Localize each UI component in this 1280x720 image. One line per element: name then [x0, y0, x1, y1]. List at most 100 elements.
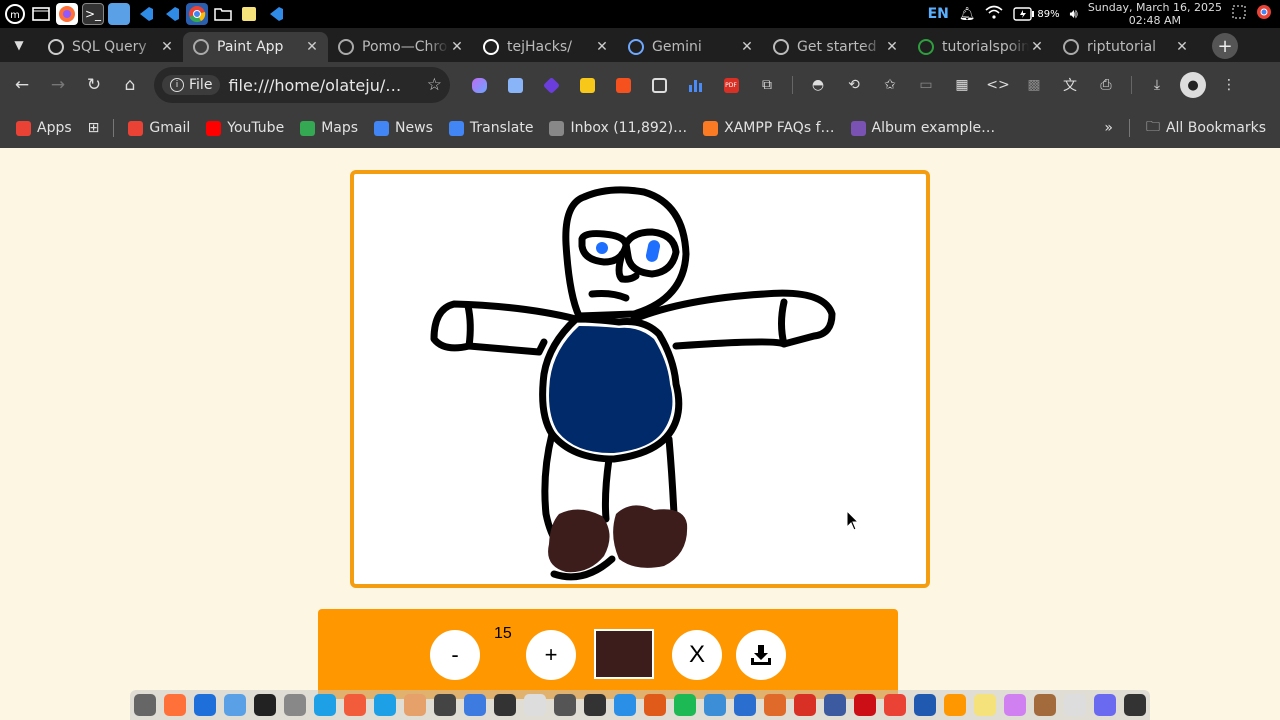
files-icon[interactable]	[108, 3, 130, 25]
folder-icon[interactable]	[212, 3, 234, 25]
chevron-double-right-icon[interactable]: »	[1104, 120, 1113, 136]
close-icon[interactable]: ✕	[304, 39, 320, 55]
hexchat-icon[interactable]	[404, 694, 426, 716]
tab-5[interactable]: Get started ✕	[763, 32, 908, 62]
increase-size-button[interactable]: +	[526, 630, 576, 680]
bookmark-bootstrap[interactable]: Album example…	[850, 120, 995, 136]
bookmark-translate[interactable]: Translate	[448, 120, 533, 136]
writer-icon[interactable]	[734, 694, 756, 716]
close-icon[interactable]: ✕	[884, 39, 900, 55]
new-tab-button[interactable]: +	[1212, 33, 1238, 59]
bookmark-apps-grid[interactable]: Apps	[16, 120, 72, 136]
forward-button[interactable]: →	[40, 67, 76, 103]
volume-icon[interactable]: 🔊︎	[1070, 7, 1078, 22]
tab-3[interactable]: tejHacks/ ✕	[473, 32, 618, 62]
archive-icon[interactable]	[824, 694, 846, 716]
window-icon[interactable]	[30, 3, 52, 25]
close-icon[interactable]: ✕	[1029, 39, 1045, 55]
tab-6[interactable]: tutorialspoint ✕	[908, 32, 1053, 62]
bookmark-star-icon[interactable]: ☆	[427, 75, 442, 95]
vscode-icon[interactable]	[914, 694, 936, 716]
gimp-icon[interactable]	[1034, 694, 1056, 716]
tux-icon[interactable]	[524, 694, 546, 716]
battery-icon[interactable]: 89%	[1013, 7, 1060, 21]
clock-icon[interactable]	[1124, 694, 1146, 716]
firefox-icon[interactable]	[56, 3, 78, 25]
extension-docs-icon[interactable]	[498, 68, 532, 102]
inkscape-icon[interactable]	[704, 694, 726, 716]
menu-kebab-icon[interactable]: ⋮	[1212, 68, 1246, 102]
vscode-icon[interactable]	[134, 3, 156, 25]
notes-icon[interactable]	[238, 3, 260, 25]
extension-chart-icon[interactable]	[678, 68, 712, 102]
all-bookmarks-button[interactable]: 🗀︎ All Bookmarks	[1146, 116, 1266, 140]
extension-orange-icon[interactable]	[606, 68, 640, 102]
bookmark-maps[interactable]: Maps	[300, 120, 358, 136]
screenshot-icon[interactable]	[554, 694, 576, 716]
save-download-button[interactable]	[736, 630, 786, 680]
installer-icon[interactable]	[644, 694, 666, 716]
impress-icon[interactable]	[764, 694, 786, 716]
shortcut-icon[interactable]	[134, 694, 156, 716]
chrome-tray-icon[interactable]	[1256, 4, 1272, 24]
close-icon[interactable]: ✕	[1174, 39, 1190, 55]
files-icon[interactable]	[224, 694, 246, 716]
sublime-icon[interactable]	[944, 694, 966, 716]
mint-menu-icon[interactable]: m	[4, 3, 26, 25]
tab-7[interactable]: riptutorial ✕	[1053, 32, 1198, 62]
keyboard-language[interactable]: EN	[928, 6, 949, 22]
drawing-canvas[interactable]	[350, 170, 930, 588]
incognito-icon[interactable]: ◓	[801, 68, 835, 102]
wifi-icon[interactable]	[985, 5, 1003, 23]
firefox-icon[interactable]	[164, 694, 186, 716]
tab-2[interactable]: Pomo—Chrome✕	[328, 32, 473, 62]
draw-icon[interactable]	[1004, 694, 1026, 716]
network-icon[interactable]	[494, 694, 516, 716]
bookmark-gmail[interactable]: Gmail	[128, 120, 190, 136]
image-icon[interactable]	[1094, 694, 1116, 716]
sticky-icon[interactable]	[974, 694, 996, 716]
tab-0[interactable]: SQL Query ✕	[38, 32, 183, 62]
reload-button[interactable]: ↻	[76, 67, 112, 103]
appstore-icon[interactable]	[614, 694, 636, 716]
address-bar[interactable]: i File file:///home/olateju/… ☆	[154, 67, 450, 103]
bitwarden-icon[interactable]	[194, 694, 216, 716]
canvas-drawing[interactable]	[354, 174, 926, 584]
devtools-icon[interactable]: <>	[981, 68, 1015, 102]
extension-yellow-icon[interactable]	[570, 68, 604, 102]
extension-screen-icon[interactable]	[642, 68, 676, 102]
history-icon[interactable]: ⟲	[837, 68, 871, 102]
close-icon[interactable]: ✕	[449, 39, 465, 55]
tab-groups-icon[interactable]: ⊞	[88, 120, 100, 136]
qr-icon[interactable]: ▩	[1017, 68, 1051, 102]
home-button[interactable]: ⌂	[112, 67, 148, 103]
clear-button[interactable]: X	[672, 630, 722, 680]
cast-icon[interactable]: ▭	[909, 68, 943, 102]
print-icon[interactable]: ⎙	[1089, 68, 1123, 102]
search-icon[interactable]	[314, 694, 336, 716]
terminal-icon[interactable]: >_	[82, 3, 104, 25]
profile-button[interactable]: ●	[1176, 68, 1210, 102]
extension-stack-icon[interactable]	[534, 68, 568, 102]
favorites-icon[interactable]: ✩	[873, 68, 907, 102]
pdf-icon[interactable]	[794, 694, 816, 716]
music-icon[interactable]	[344, 694, 366, 716]
clock[interactable]: Sunday, March 16, 2025 02:48 AM	[1088, 1, 1222, 27]
puzzle-icon[interactable]: ⧉	[750, 68, 784, 102]
spotify-icon[interactable]	[674, 694, 696, 716]
url-text[interactable]: file:///home/olateju/…	[228, 76, 426, 95]
close-icon[interactable]: ✕	[159, 39, 175, 55]
translate-page-icon[interactable]: 文	[1053, 68, 1087, 102]
media-icon[interactable]	[374, 694, 396, 716]
bookmark-globe[interactable]: Inbox (11,892)…	[549, 120, 687, 136]
back-button[interactable]: ←	[4, 67, 40, 103]
terminal-icon[interactable]	[254, 694, 276, 716]
chrome-icon[interactable]	[186, 3, 208, 25]
close-icon[interactable]: ✕	[739, 39, 755, 55]
color-picker[interactable]	[594, 629, 654, 679]
vscode-icon[interactable]	[264, 3, 286, 25]
bell-icon[interactable]: 🔔︎	[959, 7, 976, 22]
decrease-size-button[interactable]: -	[430, 630, 480, 680]
tab-4[interactable]: Gemini ✕	[618, 32, 763, 62]
screen-icon[interactable]	[434, 694, 456, 716]
